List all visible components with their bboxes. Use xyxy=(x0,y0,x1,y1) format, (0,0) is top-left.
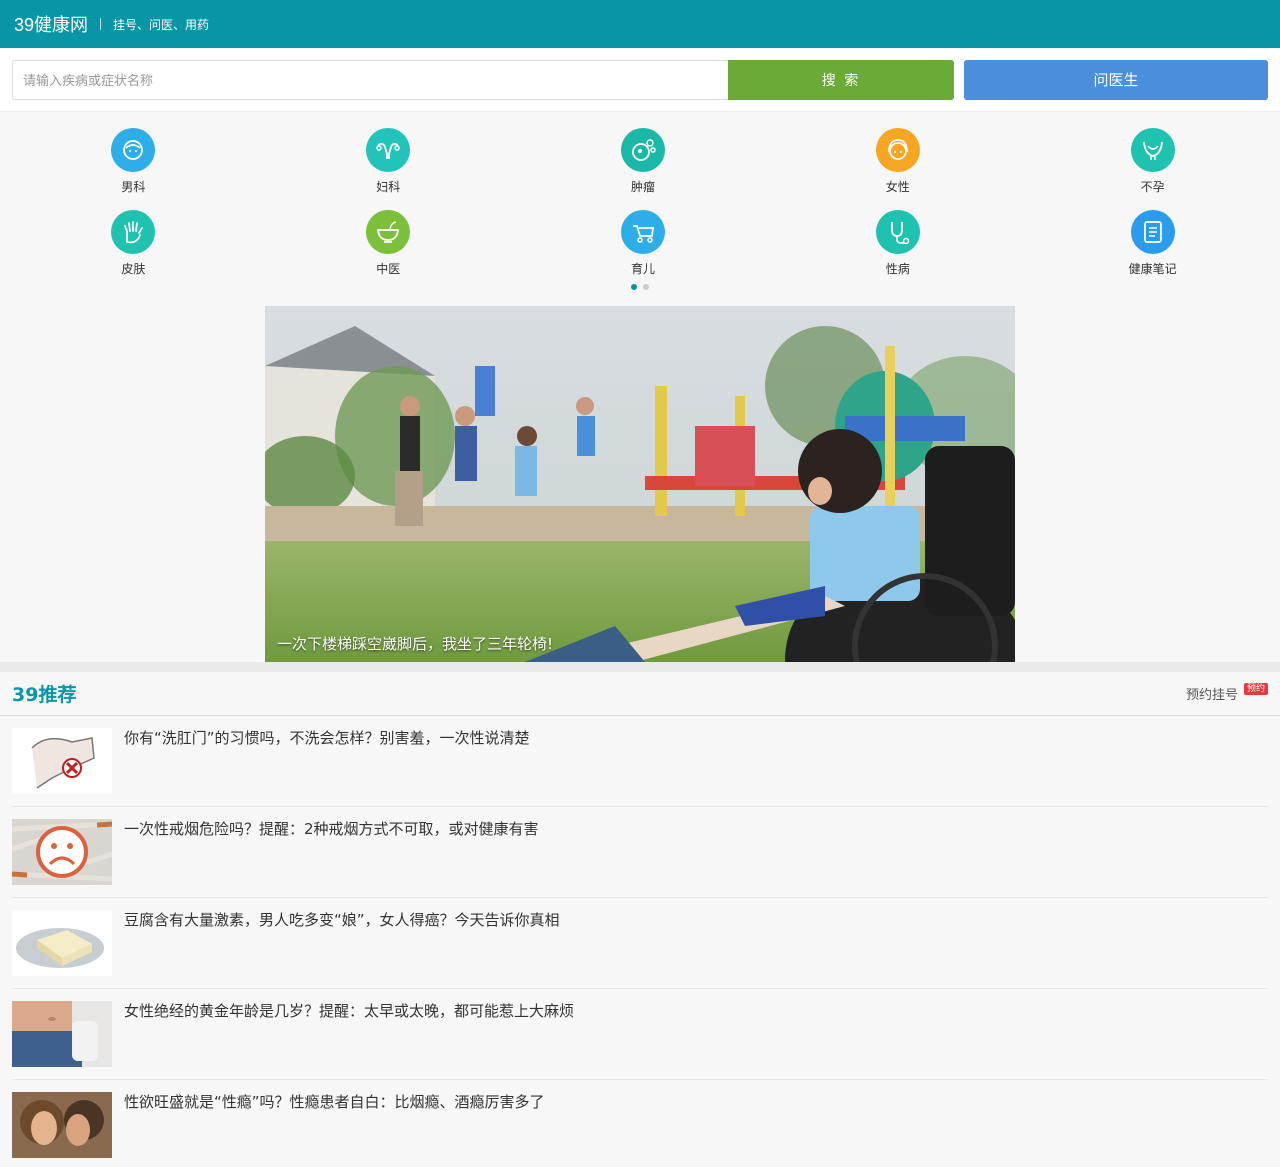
male-face-icon xyxy=(111,128,156,172)
category-item-6[interactable]: 中医 xyxy=(261,210,516,282)
category-item-9[interactable]: 健康笔记 xyxy=(1025,210,1280,282)
search-bar: 请输入疾病或症状名称 搜 索 问医生 xyxy=(0,48,1280,112)
herbal-bowl-icon xyxy=(366,210,411,254)
category-label: 妇科 xyxy=(376,180,401,194)
site-logo[interactable]: 39健康网 xyxy=(12,11,88,37)
recommend-header: 39推荐 预约挂号 预约 xyxy=(0,672,1280,716)
stethoscope-icon xyxy=(875,210,920,254)
search-box: 请输入疾病或症状名称 搜 索 xyxy=(12,59,954,100)
news-title[interactable]: 性欲旺盛就是“性瘾”吗？性瘾患者自白：比烟瘾、酒瘾厉害多了 xyxy=(124,1092,545,1167)
notebook-icon xyxy=(1130,210,1175,254)
recommend-title: 39推荐 xyxy=(12,684,77,706)
appointment-link[interactable]: 预约挂号 预约 xyxy=(1185,682,1268,703)
banner-image xyxy=(265,306,1015,662)
category-item-4[interactable]: 不孕 xyxy=(1025,128,1280,200)
hand-skin-icon xyxy=(111,210,156,254)
news-item[interactable]: 女性绝经的黄金年龄是几岁？提醒：太早或太晚，都可能惹上大麻烦 xyxy=(12,989,1268,1080)
carousel-indicator xyxy=(0,284,1280,296)
news-item[interactable]: 一次性戒烟危险吗？提醒：2种戒烟方式不可取，或对健康有害 xyxy=(12,807,1268,898)
category-item-1[interactable]: 妇科 xyxy=(261,128,516,200)
category-item-0[interactable]: 男科 xyxy=(6,128,261,200)
category-label: 性病 xyxy=(885,262,910,276)
appointment-badge: 预约 xyxy=(1243,682,1268,695)
category-grid: 男科 妇科 肿瘤 女性 不孕皮肤 中医 育儿 性病 健康笔记 xyxy=(0,112,1280,282)
search-input[interactable]: 请输入疾病或症状名称 xyxy=(12,59,728,100)
female-face-icon xyxy=(875,128,920,172)
category-label: 男科 xyxy=(121,180,146,194)
appointment-link-label: 预约挂号 xyxy=(1185,688,1238,703)
carousel-dot-2[interactable] xyxy=(643,284,649,290)
header-slogan: 挂号、问医、用药 xyxy=(113,17,210,32)
carousel-dot-1[interactable] xyxy=(631,284,637,290)
banner-caption: 一次下楼梯踩空崴脚后，我坐了三年轮椅! xyxy=(277,635,554,653)
category-label: 中医 xyxy=(376,262,401,276)
tumor-cells-icon xyxy=(620,128,665,172)
category-label: 健康笔记 xyxy=(1128,262,1177,276)
header-divider xyxy=(100,18,102,30)
news-title[interactable]: 你有“洗肛门”的习惯吗，不洗会怎样？别害羞，一次性说清楚 xyxy=(124,728,530,806)
news-thumbnail[interactable] xyxy=(12,819,112,885)
news-list: 你有“洗肛门”的习惯吗，不洗会怎样？别害羞，一次性说清楚 一次性戒烟危险吗？提醒：… xyxy=(0,716,1280,1167)
search-button[interactable]: 搜 索 xyxy=(728,59,954,100)
news-item[interactable]: 性欲旺盛就是“性瘾”吗？性瘾患者自白：比烟瘾、酒瘾厉害多了 xyxy=(12,1080,1268,1167)
category-item-8[interactable]: 性病 xyxy=(770,210,1025,282)
top-header: 39健康网 挂号、问医、用药 xyxy=(0,0,1280,48)
uterus-icon xyxy=(366,128,411,172)
news-thumbnail[interactable] xyxy=(12,910,112,976)
news-thumbnail[interactable] xyxy=(12,1092,112,1158)
news-item[interactable]: 你有“洗肛门”的习惯吗，不洗会怎样？别害羞，一次性说清楚 xyxy=(12,716,1268,807)
category-label: 肿瘤 xyxy=(630,180,655,194)
news-title[interactable]: 豆腐含有大量激素，男人吃多变“娘”，女人得癌？今天告诉你真相 xyxy=(124,910,560,988)
category-label: 育儿 xyxy=(630,262,655,276)
news-title[interactable]: 女性绝经的黄金年龄是几岁？提醒：太早或太晚，都可能惹上大麻烦 xyxy=(124,1001,574,1079)
category-item-5[interactable]: 皮肤 xyxy=(6,210,261,282)
category-item-2[interactable]: 肿瘤 xyxy=(516,128,771,200)
category-label: 不孕 xyxy=(1140,180,1165,194)
baby-stroller-icon xyxy=(620,210,665,254)
news-thumbnail[interactable] xyxy=(12,728,112,794)
ask-doctor-button[interactable]: 问医生 xyxy=(964,59,1268,100)
news-title[interactable]: 一次性戒烟危险吗？提醒：2种戒烟方式不可取，或对健康有害 xyxy=(124,819,539,897)
category-item-7[interactable]: 育儿 xyxy=(516,210,771,282)
pelvis-icon xyxy=(1130,128,1175,172)
news-item[interactable]: 豆腐含有大量激素，男人吃多变“娘”，女人得癌？今天告诉你真相 xyxy=(12,898,1268,989)
logo-text: 39健康网 xyxy=(14,15,89,35)
category-label: 女性 xyxy=(885,180,910,194)
news-thumbnail[interactable] xyxy=(12,1001,112,1067)
category-label: 皮肤 xyxy=(121,262,146,276)
category-item-3[interactable]: 女性 xyxy=(770,128,1025,200)
featured-banner[interactable]: 一次下楼梯踩空崴脚后，我坐了三年轮椅! xyxy=(265,306,1015,662)
section-divider xyxy=(0,662,1280,672)
